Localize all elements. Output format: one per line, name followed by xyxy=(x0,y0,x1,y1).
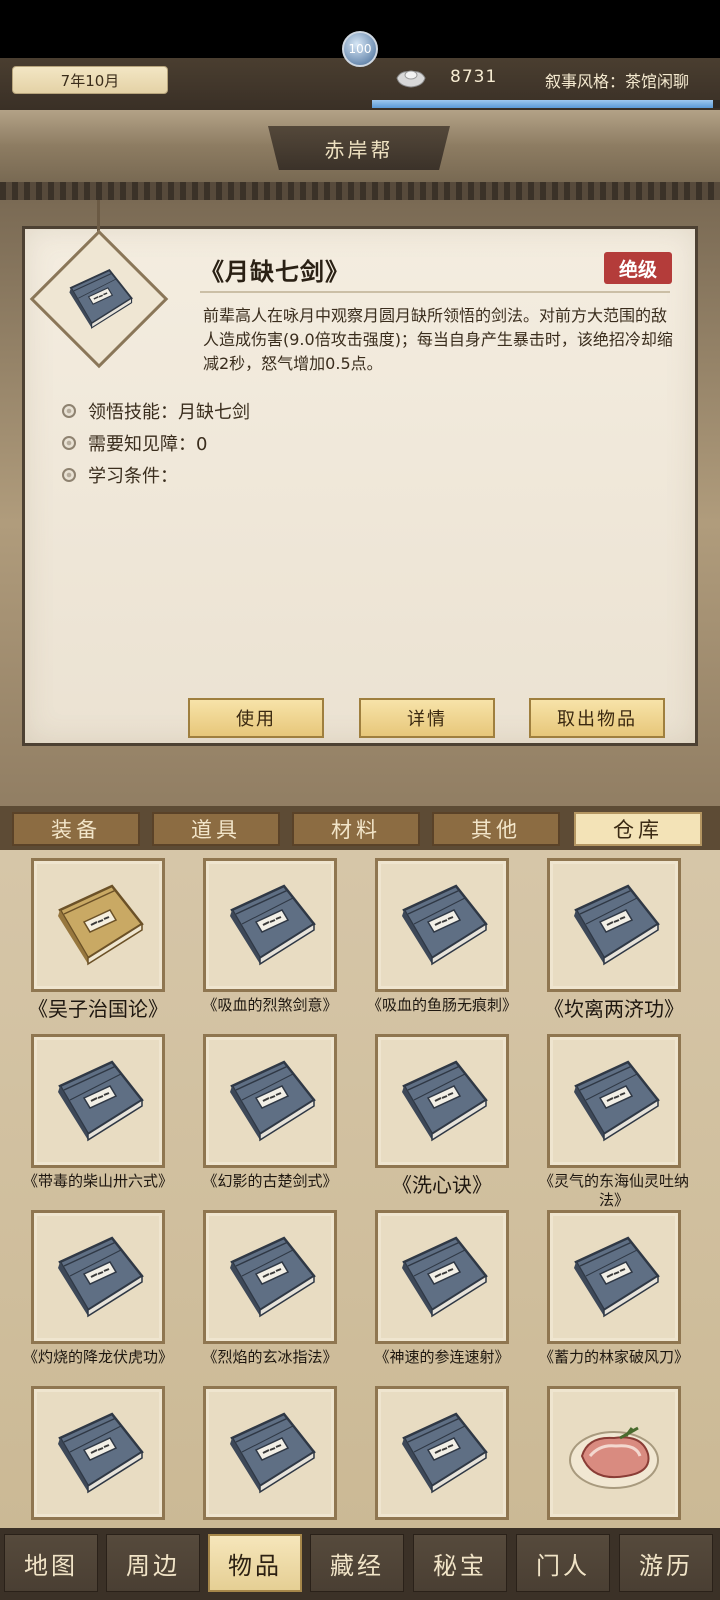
nav-travel[interactable]: 游历 xyxy=(619,1534,713,1592)
manual-book-icon xyxy=(392,880,492,970)
grade-badge: 绝级 xyxy=(604,252,672,284)
item-name: 《吴子治国论》 xyxy=(28,997,168,1021)
tab-props[interactable]: 道具 xyxy=(152,812,280,846)
nav-disciples[interactable]: 门人 xyxy=(516,1534,610,1592)
manual-book-icon xyxy=(48,1232,148,1322)
use-button[interactable]: 使用 xyxy=(188,698,324,738)
manual-book-icon xyxy=(392,1232,492,1322)
item-name: 《洗心诀》 xyxy=(392,1173,492,1197)
manual-book-icon xyxy=(564,1232,664,1322)
item-name: 《坎离两济功》 xyxy=(544,997,684,1021)
manual-book-icon xyxy=(220,880,320,970)
attribute-row: 领悟技能：月缺七剑 xyxy=(62,398,250,424)
bullet-icon xyxy=(62,436,76,450)
details-button[interactable]: 详情 xyxy=(359,698,495,738)
tab-materials[interactable]: 材料 xyxy=(292,812,420,846)
attribute-label: 学习条件： xyxy=(88,466,178,487)
experience-bar xyxy=(372,100,720,108)
item-name: 《烈焰的玄冰指法》 xyxy=(202,1348,338,1366)
nav-map[interactable]: 地图 xyxy=(4,1534,98,1592)
manual-book-icon xyxy=(564,1056,664,1146)
manual-book-icon xyxy=(220,1232,320,1322)
manual-book-icon xyxy=(48,1408,148,1498)
manual-book-icon xyxy=(48,1056,148,1146)
manual-book-icon xyxy=(392,1056,492,1146)
meat-plate-icon xyxy=(564,1408,664,1498)
narrative-style-label[interactable]: 叙事风格：茶馆闲聊 xyxy=(545,68,689,92)
item-name: 《带毒的柴山卅六式》 xyxy=(22,1172,173,1190)
level-badge[interactable]: 100 xyxy=(342,31,378,67)
bullet-icon xyxy=(62,468,76,482)
silver-ingot-icon xyxy=(396,70,426,88)
nav-surroundings[interactable]: 周边 xyxy=(106,1534,200,1592)
item-name: 《神速的参连速射》 xyxy=(374,1348,510,1366)
item-name: 《吸血的鱼肠无痕刺》 xyxy=(366,996,517,1014)
take-out-button[interactable]: 取出物品 xyxy=(529,698,665,738)
divider xyxy=(200,291,670,293)
tab-other[interactable]: 其他 xyxy=(432,812,560,846)
attribute-row: 需要知见障：0 xyxy=(62,430,207,456)
nav-treasures[interactable]: 秘宝 xyxy=(413,1534,507,1592)
manual-book-icon xyxy=(220,1408,320,1498)
nav-items[interactable]: 物品 xyxy=(208,1534,302,1592)
manual-book-icon xyxy=(62,262,136,336)
date-display: 7年10月 xyxy=(12,66,168,94)
tab-equipment[interactable]: 装备 xyxy=(12,812,140,846)
item-name: 《灵气的东海仙灵吐纳法》 xyxy=(538,1172,689,1209)
bullet-icon xyxy=(62,404,76,418)
silver-amount: 8731 xyxy=(450,67,498,87)
experience-bar-fill xyxy=(372,100,714,108)
item-title: 《月缺七剑》 xyxy=(200,258,350,286)
item-name: 《蓄力的林家破风刀》 xyxy=(538,1348,689,1366)
nav-scriptures[interactable]: 藏经 xyxy=(310,1534,404,1592)
attribute-label: 领悟技能：月缺七剑 xyxy=(88,402,250,423)
manual-book-icon xyxy=(564,880,664,970)
attribute-label: 需要知见障：0 xyxy=(88,434,208,455)
inventory-grid: 《吴子治国论》 《吸血的烈煞剑意》 《吸血的鱼肠无痕刺》 《坎离两济功》 《带毒… xyxy=(0,850,720,1528)
tab-warehouse[interactable]: 仓库 xyxy=(574,812,702,846)
sect-title: 赤岸帮 xyxy=(268,126,450,170)
manual-book-icon xyxy=(392,1408,492,1498)
item-name: 《灼烧的降龙伏虎功》 xyxy=(22,1348,173,1366)
item-name: 《幻影的古楚剑式》 xyxy=(202,1172,338,1190)
manual-book-icon xyxy=(220,1056,320,1146)
item-description: 前辈高人在咏月中观察月圆月缺所领悟的剑法。对前方大范围的敌人造成伤害(9.0倍攻… xyxy=(203,306,673,373)
item-name: 《吸血的烈煞剑意》 xyxy=(202,996,338,1014)
attribute-row: 学习条件： xyxy=(62,462,178,488)
tan-manual-icon xyxy=(48,880,148,970)
